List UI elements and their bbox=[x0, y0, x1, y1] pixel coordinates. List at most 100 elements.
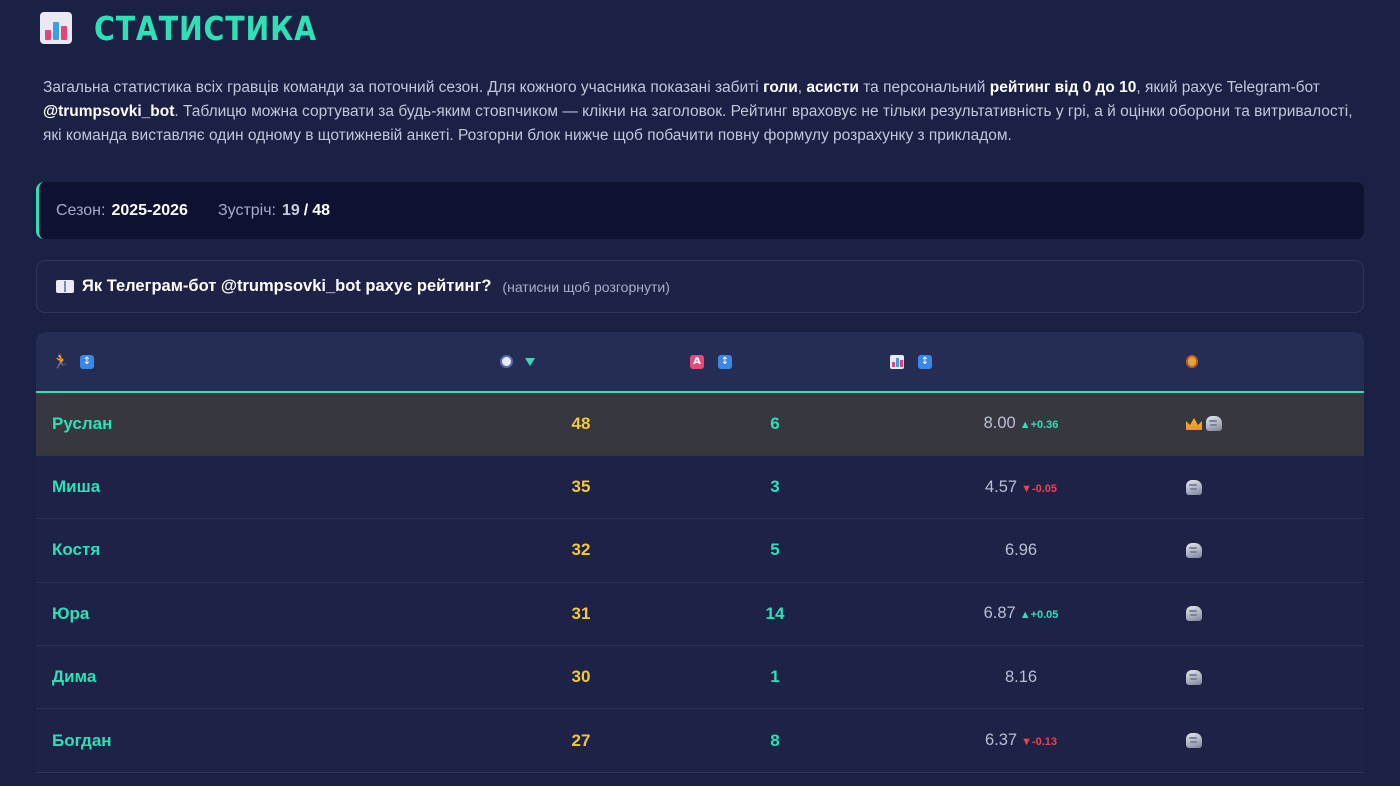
matches-group: Зустріч: 19 / 48 bbox=[218, 202, 330, 220]
table-row: Богдан 27 8 6.37 ▼-0.13 bbox=[36, 709, 1364, 773]
badges-cell bbox=[1170, 582, 1364, 645]
rating-value: 8.00 bbox=[983, 414, 1016, 433]
badge-list bbox=[1186, 733, 1364, 749]
sort-both-icon[interactable]: ↕ bbox=[918, 354, 932, 369]
rating-cell: 6.87 ▲+0.05 bbox=[872, 582, 1170, 645]
season-info-box: Сезон: 2025-2026 Зустріч: 19 / 48 bbox=[36, 182, 1364, 239]
badge-list bbox=[1186, 479, 1364, 495]
badge-list bbox=[1186, 606, 1364, 622]
page-title: СТАТИСТИКА bbox=[94, 8, 317, 48]
player-name: Миша bbox=[52, 477, 101, 497]
stats-table-container: 🏃 ↕ A ↕ ↕ Руслан 48 6 8.00 ▲+0.36 Миша 3… bbox=[36, 332, 1364, 773]
description-bold-rating: рейтинг від 0 до 10 bbox=[989, 79, 1137, 96]
player-name: Руслан bbox=[52, 413, 113, 433]
medal-icon bbox=[1186, 355, 1198, 368]
table-header: 🏃 ↕ A ↕ ↕ bbox=[36, 332, 1364, 392]
rating-cell: 6.37 ▼-0.13 bbox=[872, 709, 1170, 772]
matches-total: 48 bbox=[312, 201, 331, 219]
column-header-badges bbox=[1170, 332, 1364, 392]
column-header-assists[interactable]: A ↕ bbox=[678, 332, 872, 392]
stone-icon bbox=[1186, 733, 1202, 749]
description-text: Загальна статистика всіх гравців команди… bbox=[43, 79, 764, 96]
assists-value: 3 bbox=[770, 477, 780, 497]
rating-cell: 6.96 bbox=[872, 519, 1170, 582]
badge-list bbox=[1186, 542, 1364, 558]
rating-cell: 4.57 ▼-0.05 bbox=[872, 455, 1170, 518]
crown-icon bbox=[1186, 417, 1202, 430]
description-bold-goals: голи bbox=[763, 79, 798, 96]
column-header-player[interactable]: 🏃 ↕ bbox=[36, 332, 484, 392]
rating-delta-up: ▲+0.05 bbox=[1019, 609, 1059, 622]
description-text: , який рахує Telegram-бот bbox=[1136, 79, 1320, 96]
goals-value: 35 bbox=[571, 477, 591, 497]
season-group: Сезон: 2025-2026 bbox=[56, 202, 188, 220]
column-header-rating[interactable]: ↕ bbox=[872, 332, 1170, 392]
soccer-ball-icon bbox=[500, 355, 513, 368]
sort-desc-icon[interactable] bbox=[525, 357, 535, 366]
rating-delta-down: ▼-0.05 bbox=[1021, 482, 1058, 495]
rating-value: 4.57 bbox=[984, 477, 1018, 496]
assists-value: 6 bbox=[770, 413, 780, 433]
description-text: . Таблицю можна сортувати за будь-яким с… bbox=[43, 103, 1353, 144]
season-value: 2025-2026 bbox=[111, 201, 188, 219]
matches-current: 19 bbox=[282, 201, 300, 219]
page-header: СТАТИСТИКА bbox=[36, 0, 1364, 56]
rating-formula-expander[interactable]: Як Телеграм-бот @trumpsovki_bot рахує ре… bbox=[36, 260, 1364, 313]
column-header-goals[interactable] bbox=[484, 332, 678, 392]
page-description: Загальна статистика всіх гравців команди… bbox=[36, 76, 1364, 148]
open-book-icon bbox=[56, 280, 74, 293]
goals-value: 30 bbox=[571, 667, 591, 687]
table-row: Дима 30 1 8.16 bbox=[36, 646, 1364, 709]
table-row: Миша 35 3 4.57 ▼-0.05 bbox=[36, 455, 1364, 519]
badges-cell bbox=[1170, 455, 1364, 518]
player-name: Костя bbox=[52, 540, 101, 560]
stats-table: 🏃 ↕ A ↕ ↕ Руслан 48 6 8.00 ▲+0.36 Миша 3… bbox=[36, 332, 1364, 773]
rating-delta-down: ▼-0.13 bbox=[1021, 736, 1058, 749]
rating-value: 6.96 bbox=[1004, 540, 1038, 559]
assists-value: 5 bbox=[770, 540, 780, 560]
badges-cell bbox=[1170, 646, 1364, 709]
letter-a-icon: A bbox=[690, 354, 704, 369]
table-body: Руслан 48 6 8.00 ▲+0.36 Миша 35 3 4.57 ▼-0.05 Кост… bbox=[36, 392, 1364, 773]
runner-icon: 🏃 bbox=[52, 353, 70, 370]
player-name: Богдан bbox=[52, 730, 112, 750]
table-header-row: 🏃 ↕ A ↕ ↕ bbox=[36, 332, 1364, 392]
rating-cell: 8.00 ▲+0.36 bbox=[872, 392, 1170, 455]
badges-cell bbox=[1170, 709, 1364, 772]
matches-label: Зустріч: bbox=[217, 201, 276, 219]
goals-value: 27 bbox=[571, 730, 591, 750]
description-bold-assists: асисти bbox=[806, 79, 859, 96]
table-row: Руслан 48 6 8.00 ▲+0.36 bbox=[36, 392, 1364, 456]
rating-cell: 8.16 bbox=[872, 646, 1170, 709]
badge-list bbox=[1186, 416, 1364, 432]
assists-value: 1 bbox=[770, 667, 780, 687]
player-name: Дима bbox=[52, 667, 97, 687]
bar-chart-icon bbox=[40, 12, 72, 44]
player-name: Юра bbox=[52, 603, 90, 623]
rating-value: 8.16 bbox=[1004, 667, 1038, 686]
expander-hint: (натисни щоб розгорнути) bbox=[502, 278, 670, 295]
page: СТАТИСТИКА Загальна статистика всіх грав… bbox=[0, 0, 1400, 786]
season-label: Сезон: bbox=[56, 201, 106, 219]
sort-both-icon[interactable]: ↕ bbox=[80, 354, 94, 369]
stone-icon bbox=[1206, 416, 1222, 432]
description-bold-bot: @trumpsovki_bot bbox=[43, 103, 175, 120]
table-row: Юра 31 14 6.87 ▲+0.05 bbox=[36, 582, 1364, 646]
stone-icon bbox=[1186, 542, 1202, 558]
assists-value: 14 bbox=[765, 603, 785, 623]
badges-cell bbox=[1170, 392, 1364, 455]
expander-title: Як Телеграм-бот @trumpsovki_bot рахує ре… bbox=[82, 277, 492, 295]
badges-cell bbox=[1170, 519, 1364, 582]
stone-icon bbox=[1186, 606, 1202, 622]
goals-value: 32 bbox=[571, 540, 591, 560]
description-text: та персональний bbox=[858, 79, 990, 96]
matches-separator: / bbox=[303, 201, 309, 219]
goals-value: 48 bbox=[571, 413, 591, 433]
table-row: Костя 32 5 6.96 bbox=[36, 519, 1364, 583]
rating-value: 6.87 bbox=[983, 604, 1016, 623]
badge-list bbox=[1186, 669, 1364, 685]
stone-icon bbox=[1186, 479, 1202, 495]
rating-value: 6.37 bbox=[984, 731, 1018, 750]
assists-value: 8 bbox=[770, 730, 780, 750]
sort-both-icon[interactable]: ↕ bbox=[718, 354, 732, 369]
